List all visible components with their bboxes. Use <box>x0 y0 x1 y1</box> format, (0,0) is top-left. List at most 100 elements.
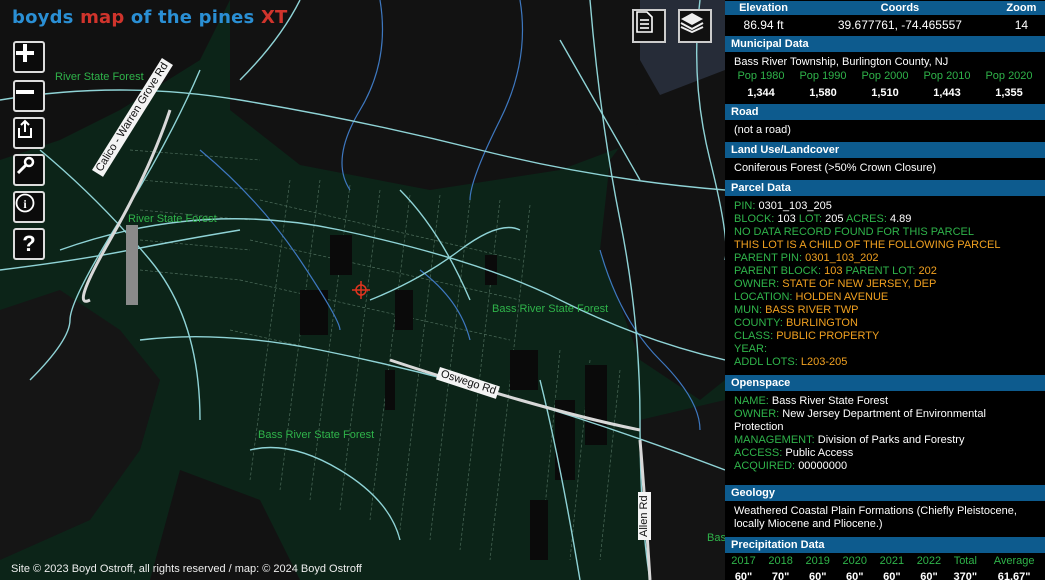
year-label: YEAR: <box>734 343 768 355</box>
parent-pin: 0301_103_202 <box>805 252 879 264</box>
pop-header: Pop 1990 <box>799 70 847 82</box>
layers-icon <box>680 13 704 33</box>
dev-strip <box>126 225 138 305</box>
os-access-label: ACCESS: <box>734 447 783 459</box>
precip-value: 60" <box>883 571 901 580</box>
info-glyph: i <box>23 197 27 211</box>
os-owner-label: OWNER: <box>734 408 780 420</box>
precip-average-header: Average <box>993 555 1035 567</box>
logo-part-boyds: boyds <box>12 7 81 28</box>
document-button[interactable] <box>632 9 666 43</box>
zoom-out-button[interactable] <box>13 80 45 112</box>
location-value: HOLDEN AVENUE <box>795 291 889 303</box>
pop-value: 1,443 <box>933 87 961 99</box>
map-canvas[interactable] <box>0 0 725 580</box>
parcel-section: PIN: 0301_103_205 BLOCK: 103 LOT: 205 AC… <box>725 196 1045 373</box>
coords-value: 39.677761, -74.465557 <box>837 18 962 32</box>
info-panel: Elevation Coords Zoom 86.94 ft 39.677761… <box>725 0 1045 580</box>
pop-value: 1,580 <box>809 87 837 99</box>
parent-lot: 202 <box>918 265 937 277</box>
precip-year-header: 2017 <box>731 555 756 567</box>
landuse-header: Land Use/Landcover <box>725 142 1045 158</box>
copyright-footer: Site © 2023 Boyd Ostroff, all rights res… <box>11 563 362 575</box>
precip-table: 2017 2018 2019 2020 2021 2022 Total Aver… <box>725 553 1045 580</box>
parcel-header: Parcel Data <box>725 180 1045 196</box>
precip-header: Precipitation Data <box>725 537 1045 553</box>
road-value: (not a road) <box>734 124 791 136</box>
document-icon <box>636 11 653 33</box>
help-icon: ? <box>22 231 36 256</box>
precip-value: 60" <box>846 571 864 580</box>
geology-value: Weathered Coastal Plain Formations (Chie… <box>734 505 1017 530</box>
map-label: Bass River State Forest <box>492 303 609 315</box>
class-value: PUBLIC PROPERTY <box>776 330 880 342</box>
zoom-value: 14 <box>1014 18 1029 32</box>
info-button[interactable]: i <box>13 191 45 223</box>
map-label: Bas <box>707 532 725 544</box>
map-view[interactable]: boyds map of the pines XT River State Fo… <box>0 0 725 580</box>
parcel-block: 103 <box>777 213 796 225</box>
municipal-header: Municipal Data <box>725 36 1045 52</box>
elevation-value: 86.94 ft <box>743 18 784 32</box>
help-button[interactable]: ? <box>13 228 45 260</box>
precip-year-header: 2021 <box>879 555 905 567</box>
openspace-section: NAME: Bass River State Forest OWNER: New… <box>725 391 1045 477</box>
map-label: Bass River State Forest <box>258 429 375 441</box>
precip-year-header: 2022 <box>916 555 942 567</box>
precip-value: 60" <box>734 571 753 580</box>
pop-value: 1,344 <box>747 87 775 99</box>
location-summary-table: Elevation Coords Zoom 86.94 ft 39.677761… <box>725 1 1045 34</box>
parcel-pin: 0301_103_205 <box>758 200 832 212</box>
owner-value: STATE OF NEW JERSEY, DEP <box>782 278 937 290</box>
parcel-acres: 4.89 <box>889 213 912 225</box>
os-access: Public Access <box>785 447 854 459</box>
os-mgmt-label: MANAGEMENT: <box>734 434 815 446</box>
municipal-place: Bass River Township, Burlington County, … <box>734 56 949 68</box>
layers-button[interactable] <box>678 9 712 43</box>
pop-header: Pop 2010 <box>923 70 971 82</box>
zoom-in-icon <box>16 44 34 62</box>
precip-average: 61.67" <box>997 571 1031 580</box>
info-icon: i <box>15 193 35 213</box>
precip-total: 370" <box>953 571 978 580</box>
road-header: Road <box>725 104 1045 120</box>
parcel-acres-label: ACRES: <box>845 213 887 225</box>
parcel-block-label: BLOCK: <box>734 213 775 225</box>
parcel-child-notice: THIS LOT IS A CHILD OF THE FOLLOWING PAR… <box>734 239 1001 251</box>
location-label: LOCATION: <box>734 291 793 303</box>
parcel-pin-label: PIN: <box>734 200 756 212</box>
coords-header: Coords <box>802 1 998 15</box>
precip-value: 60" <box>808 571 827 580</box>
county-label: COUNTY: <box>734 317 783 329</box>
os-name-label: NAME: <box>734 395 769 407</box>
parcel-lot-label: LOT: <box>798 213 823 225</box>
zoom-out-icon <box>16 90 34 94</box>
parcel-lot: 205 <box>825 213 844 225</box>
mun-label: MUN: <box>734 304 763 316</box>
map-label: River State Forest <box>128 213 217 225</box>
os-mgmt: Division of Parks and Forestry <box>817 434 965 446</box>
logo-part-xt: XT <box>260 7 288 28</box>
pop-header: Pop 1980 <box>737 70 785 82</box>
wrench-icon <box>16 156 35 175</box>
zoom-in-button[interactable] <box>13 41 45 73</box>
precip-total-header: Total <box>953 555 977 567</box>
parent-pin-label: PARENT PIN: <box>734 252 803 264</box>
share-button[interactable] <box>13 117 45 149</box>
county-value: BURLINGTON <box>785 317 858 329</box>
map-label: River State Forest <box>55 71 144 83</box>
population-table: Pop 1980 Pop 1990 Pop 2000 Pop 2010 Pop … <box>730 68 1040 102</box>
pop-value: 1,510 <box>871 87 899 99</box>
precip-value: 70" <box>771 571 790 580</box>
os-acquired-label: ACQUIRED: <box>734 460 796 472</box>
tools-button[interactable] <box>13 154 45 186</box>
parent-block-label: PARENT BLOCK: <box>734 265 822 277</box>
road-label-allen: Allen Rd <box>638 492 651 540</box>
parent-block: 103 <box>824 265 843 277</box>
os-name: Bass River State Forest <box>771 395 889 407</box>
pop-header: Pop 2020 <box>985 70 1033 82</box>
pop-header: Pop 2000 <box>861 70 909 82</box>
parent-lot-label: PARENT LOT: <box>845 265 916 277</box>
precip-value: 60" <box>920 571 938 580</box>
mun-value: BASS RIVER TWP <box>765 304 859 316</box>
